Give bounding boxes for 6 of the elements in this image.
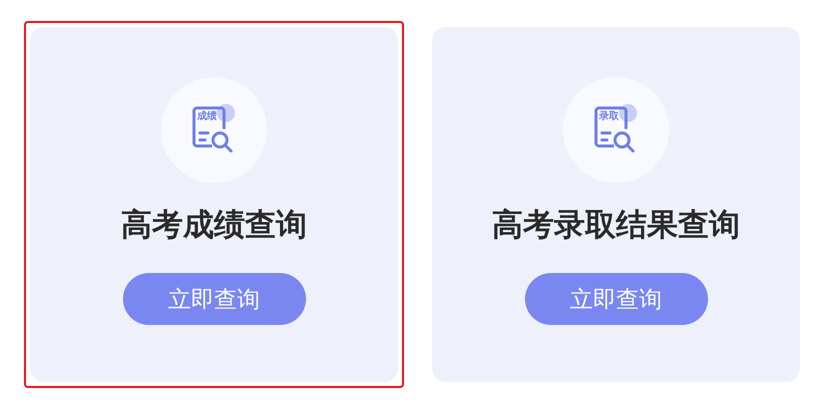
icon-label: 录取 xyxy=(599,112,619,122)
icon-label: 成绩 xyxy=(197,112,217,122)
card-title: 高考录取结果查询 xyxy=(492,207,740,244)
card-background[interactable]: 录取 高考录取结果查询 立即查询 xyxy=(432,27,800,382)
card-title: 高考成绩查询 xyxy=(121,207,307,244)
card-background[interactable]: 成绩 高考成绩查询 立即查询 xyxy=(30,27,398,382)
